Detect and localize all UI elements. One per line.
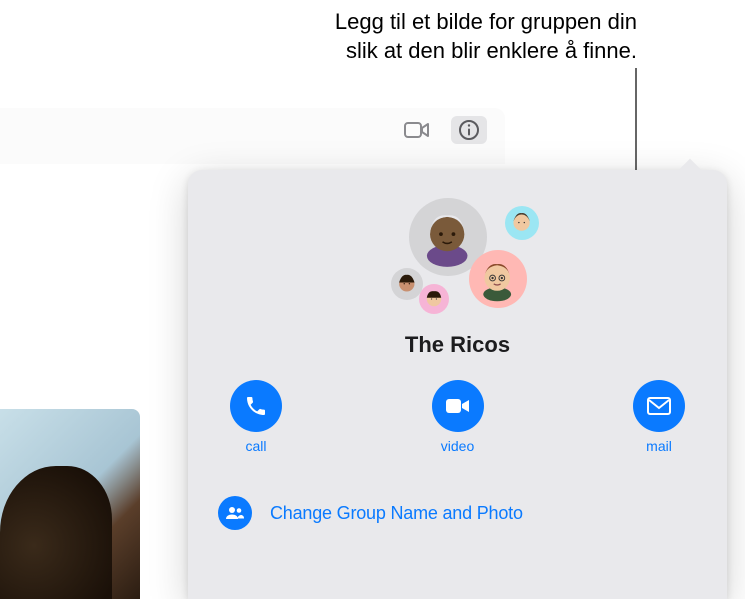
call-label: call	[245, 438, 266, 454]
caption-line2: slik at den blir enklere å finne.	[346, 38, 637, 63]
caption-line1: Legg til et bilde for gruppen din	[335, 9, 637, 34]
video-camera-icon	[432, 380, 484, 432]
avatar-member-5	[391, 268, 423, 300]
mail-button[interactable]: mail	[633, 380, 685, 454]
avatar-member-3	[505, 206, 539, 240]
group-details-panel: The Ricos call video	[188, 170, 727, 599]
memoji-face-icon	[416, 206, 478, 268]
change-group-name-photo-button[interactable]: Change Group Name and Photo	[212, 496, 703, 530]
phone-icon	[230, 380, 282, 432]
annotation-caption: Legg til et bilde for gruppen din slik a…	[217, 8, 637, 65]
facetime-button[interactable]	[399, 116, 435, 144]
avatar-member-2	[469, 250, 527, 308]
mail-icon	[633, 380, 685, 432]
video-icon	[404, 121, 430, 139]
memoji-face-icon	[394, 271, 420, 297]
info-icon	[458, 119, 480, 141]
group-avatar-cluster[interactable]	[383, 198, 533, 328]
people-icon	[218, 496, 252, 530]
call-button[interactable]: call	[230, 380, 282, 454]
group-name-title: The Ricos	[212, 332, 703, 358]
avatar-member-4	[419, 284, 449, 314]
video-label: video	[441, 438, 474, 454]
popover-arrow	[679, 159, 702, 182]
mail-label: mail	[646, 438, 672, 454]
info-button[interactable]	[451, 116, 487, 144]
memoji-face-icon	[508, 209, 535, 236]
contact-actions: call video mail	[212, 380, 703, 454]
memoji-face-icon	[474, 256, 520, 302]
conversation-photo-preview	[0, 409, 140, 599]
memoji-face-icon	[422, 287, 446, 311]
toolbar-buttons	[399, 116, 487, 144]
video-button[interactable]: video	[432, 380, 484, 454]
change-group-label: Change Group Name and Photo	[270, 503, 523, 524]
